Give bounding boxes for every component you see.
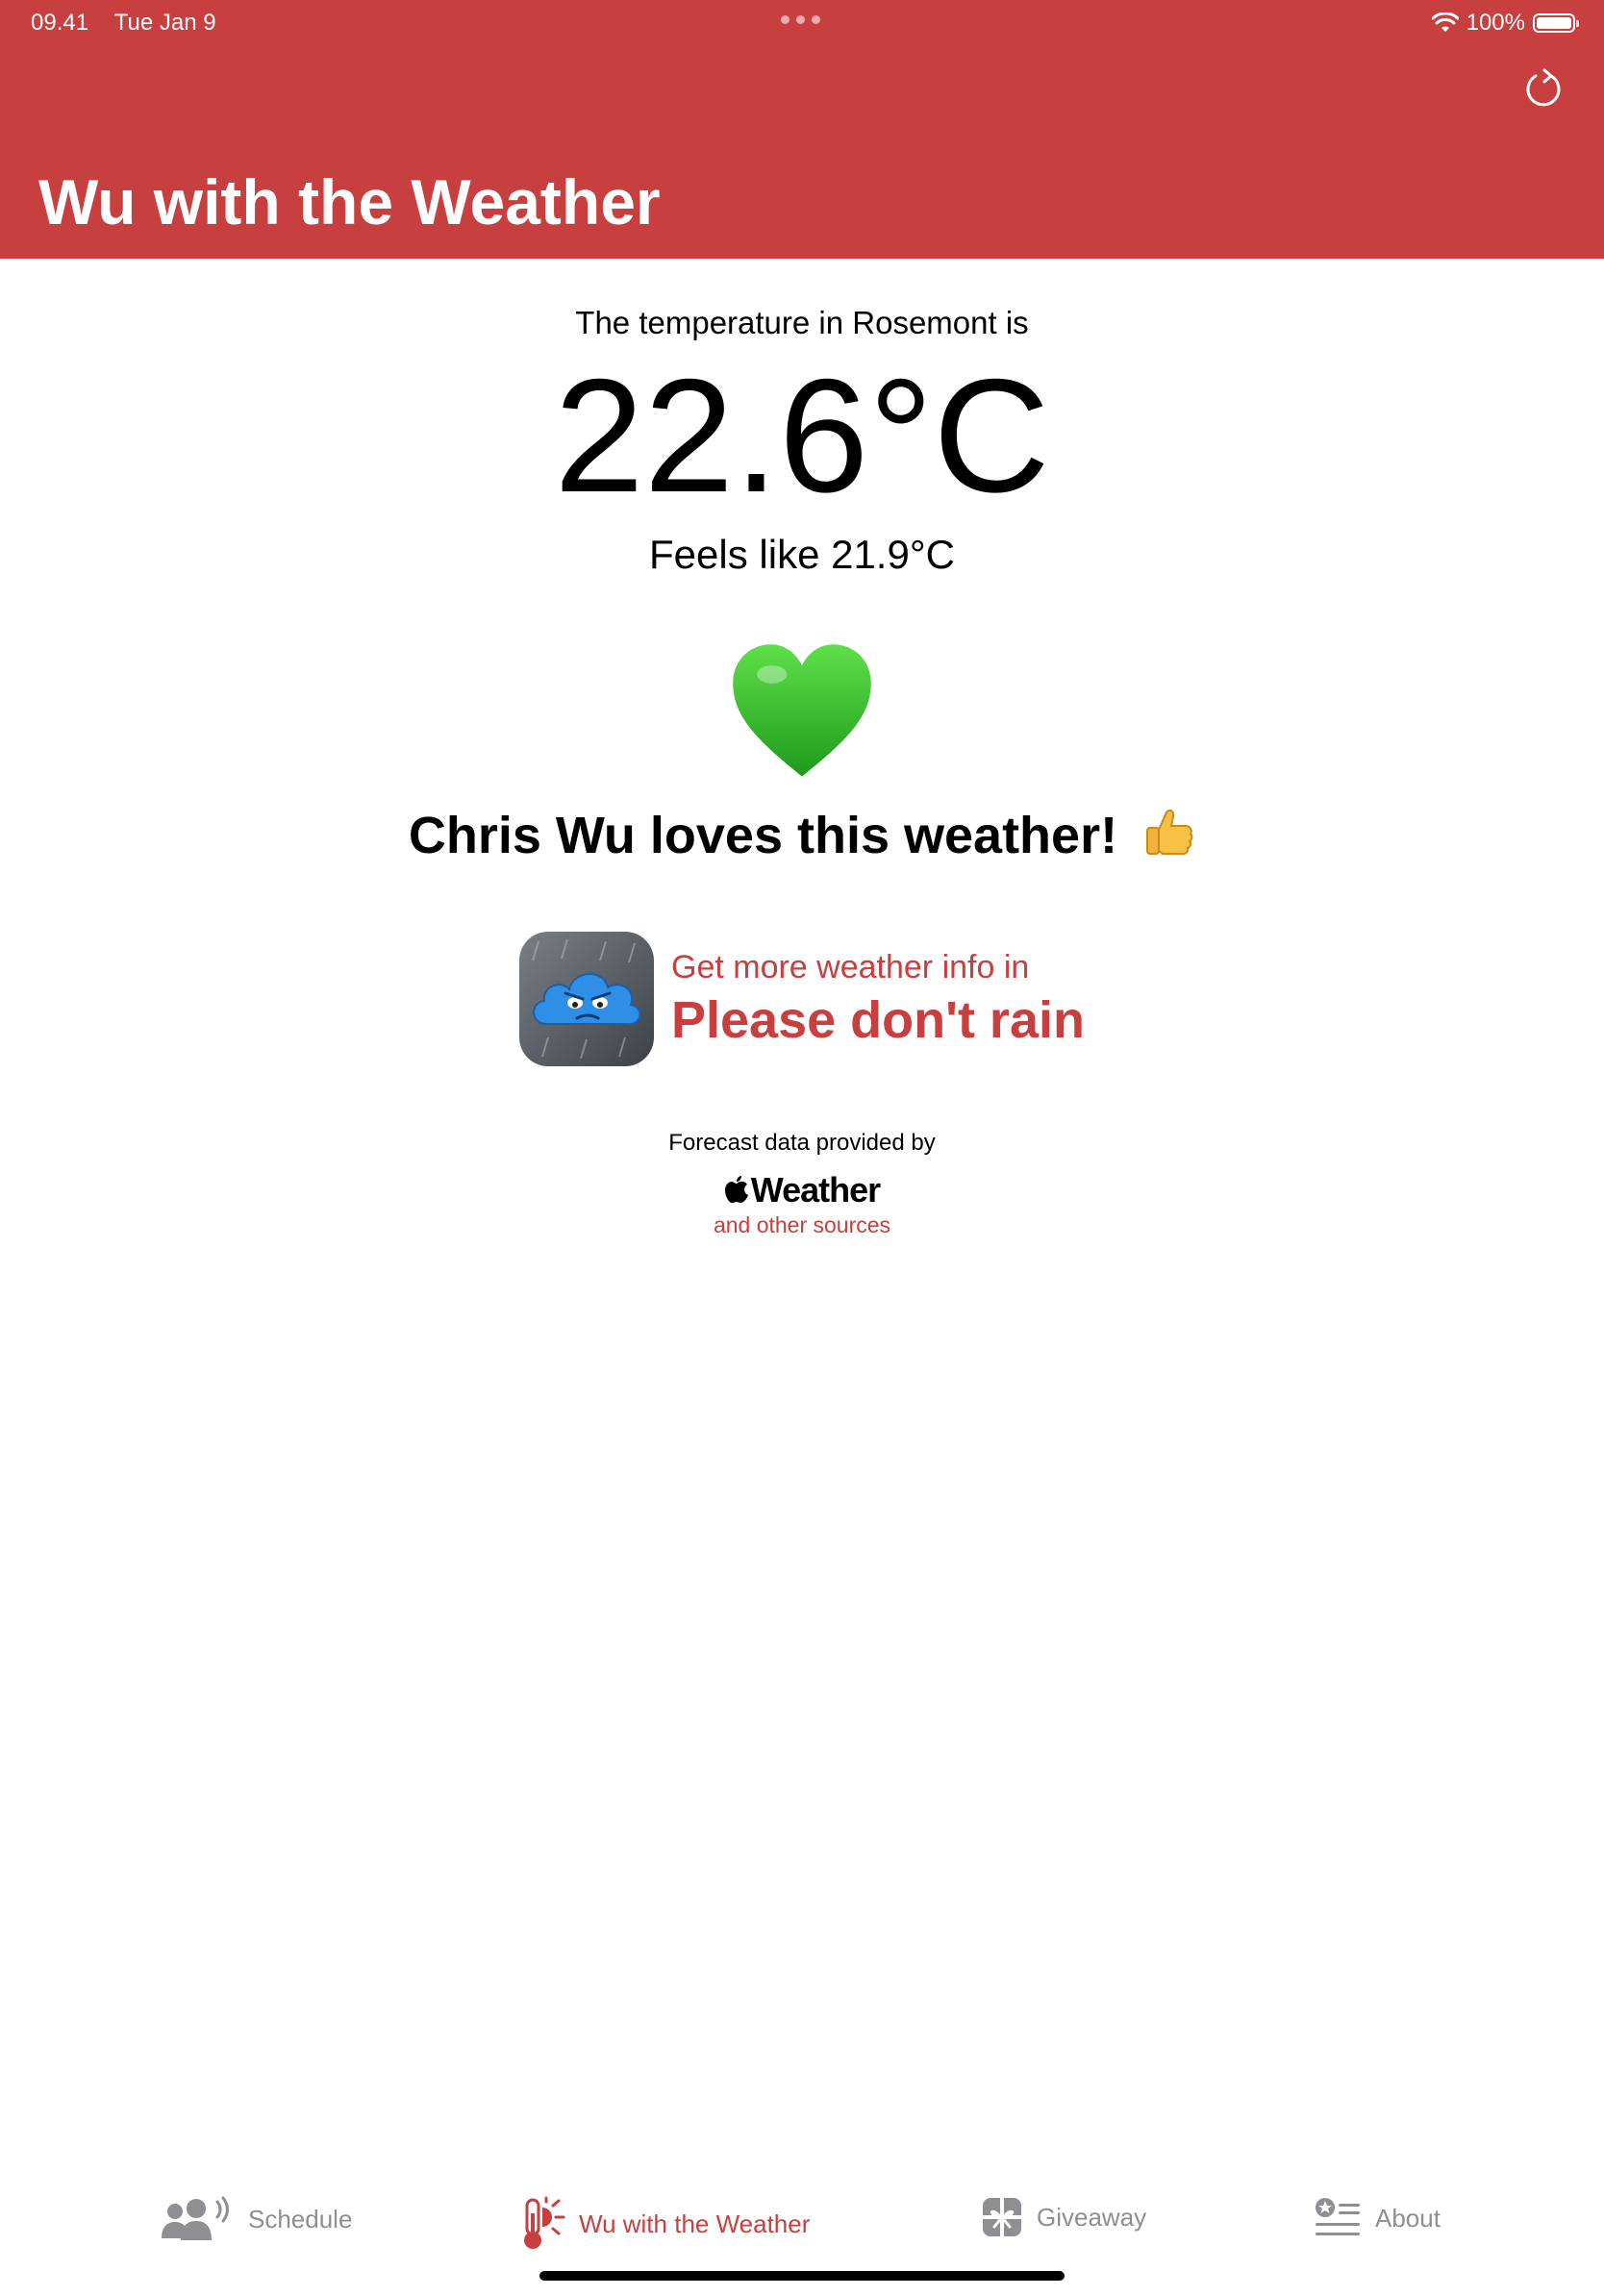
grumpy-rain-cloud-icon [519,932,654,1066]
tab-schedule[interactable]: Schedule [160,2196,352,2242]
tab-about[interactable]: About [1314,2196,1441,2240]
verdict-line: Chris Wu loves this weather! [0,805,1604,865]
navigation-header: 09.41 Tue Jan 9 100% Wu with the Weather [0,0,1604,259]
gift-icon [983,2198,1021,2236]
weather-brand-text: Weather [750,1170,881,1210]
status-time: 09.41 [31,10,89,36]
thumbs-up-icon [1146,809,1193,855]
battery-percentage: 100% [1466,10,1525,36]
verdict-text: Chris Wu loves this weather! [408,807,1118,864]
promo-lead: Get more weather info in [671,948,1030,986]
status-date: Tue Jan 9 [113,10,216,36]
apple-logo-icon [724,1176,748,1203]
wifi-icon [1431,12,1459,32]
promo-text: Get more weather info in Please don't ra… [671,949,1085,1050]
temperature-value: 22.6°C [554,345,1050,526]
multitasking-dots-icon[interactable] [781,15,820,24]
tab-label: Wu with the Weather [579,2209,811,2238]
green-heart-icon [733,644,871,777]
attribution-brand: Weather [0,1170,1604,1210]
home-indicator[interactable] [539,2271,1065,2281]
thermometer-sun-icon [524,2196,565,2249]
temperature-caption: The temperature in Rosemont is [575,305,1029,340]
tab-bar: Schedule Wu with the Weather Giveaway Ab… [0,2173,1604,2269]
list-star-icon [1316,2198,1360,2235]
tab-label: About [1375,2203,1441,2233]
tab-label: Giveaway [1037,2202,1147,2232]
other-sources-link[interactable]: and other sources [0,1212,1604,1238]
people-broadcast-icon [162,2196,229,2240]
refresh-button[interactable] [1521,67,1566,112]
status-bar-left: 09.41 Tue Jan 9 [31,10,216,37]
tab-wu-with-the-weather[interactable]: Wu with the Weather [515,2196,810,2252]
promo-link[interactable]: Get more weather info in Please don't ra… [519,932,1085,1066]
tab-label: Schedule [248,2204,353,2234]
page-title: Wu with the Weather [38,166,661,237]
battery-icon [1533,13,1579,33]
tab-giveaway[interactable]: Giveaway [981,2196,1146,2238]
attribution-caption: Forecast data provided by [668,1130,936,1156]
promo-app-name: Please don't rain [671,990,1085,1049]
feels-like-text: Feels like 21.9°C [649,532,955,577]
status-bar-right: 100% [1431,10,1579,37]
